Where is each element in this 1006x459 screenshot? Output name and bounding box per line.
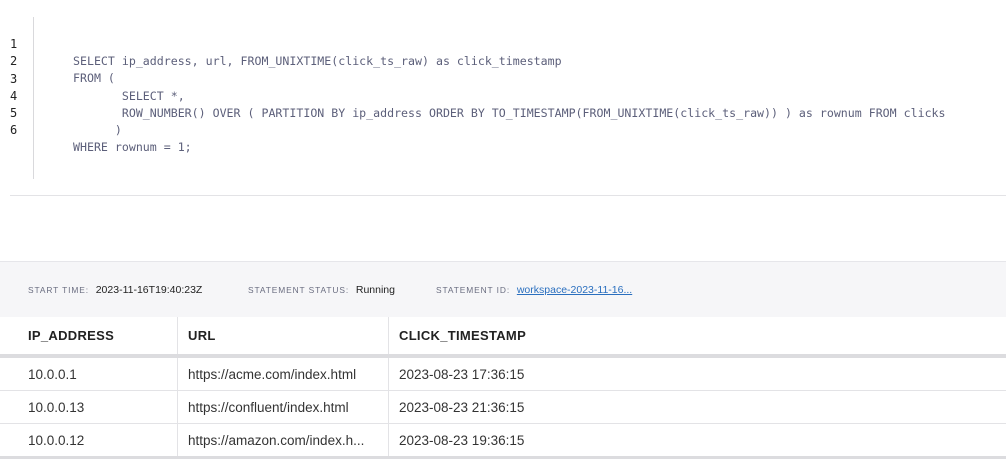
code-text[interactable]: ) — [73, 122, 122, 139]
table-cell: 10.0.0.13 — [28, 399, 85, 415]
code-line[interactable]: 5 ) — [0, 88, 122, 137]
column-header-ip-address[interactable]: IP_ADDRESS — [18, 317, 178, 354]
code-line[interactable]: 2 FROM ( — [0, 36, 115, 85]
code-text[interactable]: SELECT *, — [73, 88, 185, 105]
table-cell: https://confluent/index.html — [177, 391, 389, 423]
sql-editor[interactable]: 1 SELECT ip_address, url, FROM_UNIXTIME(… — [0, 0, 1006, 196]
code-text[interactable]: SELECT ip_address, url, FROM_UNIXTIME(cl… — [73, 53, 562, 70]
start-time-value: 2023-11-16T19:40:23Z — [95, 284, 203, 296]
table-cell: 10.0.0.12 — [28, 432, 85, 448]
code-line[interactable]: 6 WHERE rownum = 1; — [0, 105, 192, 154]
statement-status: Statement status: Running — [248, 284, 395, 296]
table-header-row: IP_ADDRESS URL CLICK_TIMESTAMP — [0, 317, 1006, 358]
table-cell: 10.0.0.1 — [28, 366, 77, 382]
line-number: 6 — [10, 123, 18, 137]
code-text[interactable]: FROM ( — [73, 70, 115, 87]
code-line[interactable]: 4 ROW_NUMBER() OVER ( PARTITION BY ip_ad… — [0, 71, 946, 120]
table-cell: https://acme.com/index.html — [177, 358, 389, 390]
column-header-url[interactable]: URL — [177, 317, 389, 354]
table-row[interactable]: 10.0.0.13 https://confluent/index.html 2… — [0, 391, 1006, 424]
code-line[interactable]: 1 SELECT ip_address, url, FROM_UNIXTIME(… — [0, 19, 562, 68]
start-time: Start time: 2023-11-16T19:40:23Z — [28, 284, 202, 296]
table-cell: 2023-08-23 19:36:15 — [388, 424, 1006, 456]
code-line[interactable]: 3 SELECT *, — [0, 54, 185, 103]
statement-info-bar: Start time: 2023-11-16T19:40:23Z Stateme… — [0, 261, 1006, 317]
table-cell: 2023-08-23 21:36:15 — [388, 391, 1006, 423]
statement-id-link[interactable]: workspace-2023-11-16... — [517, 284, 632, 296]
statement-status-label: Statement status: — [248, 285, 350, 295]
editor-divider — [10, 195, 1006, 196]
statement-id: Statement ID: workspace-2023-11-16... — [436, 284, 632, 296]
table-cell: https://amazon.com/index.h... — [177, 424, 389, 456]
column-header-click-timestamp[interactable]: CLICK_TIMESTAMP — [388, 317, 1006, 354]
code-text[interactable]: ROW_NUMBER() OVER ( PARTITION BY ip_addr… — [73, 105, 946, 122]
code-text[interactable]: WHERE rownum = 1; — [73, 139, 192, 156]
start-time-label: Start time: — [28, 285, 89, 295]
table-cell: 2023-08-23 17:36:15 — [388, 358, 1006, 390]
table-row[interactable]: 10.0.0.1 https://acme.com/index.html 202… — [0, 358, 1006, 391]
statement-id-label: Statement ID: — [436, 285, 511, 295]
table-row[interactable]: 10.0.0.12 https://amazon.com/index.h... … — [0, 424, 1006, 459]
statement-status-value: Running — [355, 284, 395, 296]
results-table: IP_ADDRESS URL CLICK_TIMESTAMP 10.0.0.1 … — [0, 317, 1006, 459]
